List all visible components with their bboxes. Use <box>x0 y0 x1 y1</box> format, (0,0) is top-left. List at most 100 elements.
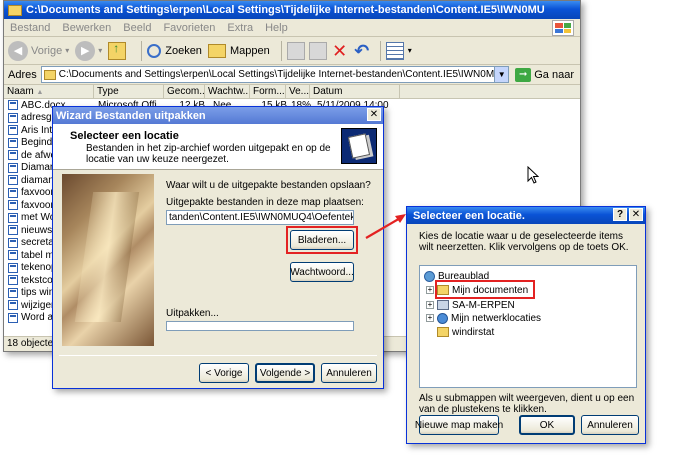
network-icon <box>437 312 448 324</box>
menu-bestand[interactable]: Bestand <box>10 22 50 34</box>
my-documents-highlight <box>435 280 535 299</box>
column-header-name[interactable]: Naam ▲ <box>4 85 94 98</box>
back-button[interactable]: ◀ Vorige ▾ <box>8 40 70 61</box>
expand-icon[interactable]: + <box>426 301 434 309</box>
up-folder-icon: ↑ <box>108 41 127 60</box>
file-icon <box>8 150 18 161</box>
select-location-dialog: Selecteer een locatie. ? ✕ Kies de locat… <box>406 206 646 444</box>
expand-icon[interactable]: + <box>426 314 434 322</box>
chevron-down-icon: ▾ <box>98 46 103 55</box>
chevron-down-icon[interactable]: ▾ <box>408 46 412 55</box>
file-icon <box>8 237 18 248</box>
file-icon <box>8 312 18 323</box>
tree-item-network[interactable]: + Mijn netwerklocaties <box>426 312 541 324</box>
column-header-type[interactable]: Type <box>94 85 164 98</box>
folder-icon <box>43 69 56 80</box>
wizard-heading: Selecteer een locatie <box>70 130 179 142</box>
folder-icon <box>437 327 449 337</box>
menu-help[interactable]: Help <box>265 22 288 34</box>
menu-bar: Bestand Bewerken Beeld Favorieten Extra … <box>4 19 580 37</box>
delete-icon[interactable]: ✕ <box>331 42 349 60</box>
wizard-description: Bestanden in het zip-archief worden uitg… <box>86 143 331 165</box>
folder-tree[interactable]: Bureaublad + Mijn documenten + SA-M-ERPE… <box>419 265 637 388</box>
file-icon <box>8 212 18 223</box>
toolbar: ◀ Vorige ▾ ▶ ▾ ↑ Zoeken Mappen ✕ ↶ ▾ <box>4 37 580 65</box>
forward-button[interactable]: ▶ ▾ <box>75 40 103 61</box>
explorer-title-bar[interactable]: C:\Documents and Settings\erpen\Local Se… <box>4 1 580 19</box>
close-icon[interactable]: ✕ <box>629 208 643 221</box>
column-header-size[interactable]: Form... <box>250 85 286 98</box>
new-folder-button[interactable]: Nieuwe map maken <box>415 415 503 435</box>
wizard-header: Selecteer een locatie Bestanden in het z… <box>53 124 383 170</box>
browse-title: Selecteer een locatie. <box>413 209 525 222</box>
views-icon[interactable] <box>385 41 404 60</box>
move-to-icon[interactable] <box>286 41 305 60</box>
menu-favorieten[interactable]: Favorieten <box>163 22 215 34</box>
file-icon <box>8 250 18 261</box>
menu-beeld[interactable]: Beeld <box>123 22 151 34</box>
copy-to-icon[interactable] <box>308 41 327 60</box>
extract-wizard-dialog: Wizard Bestanden uitpakken ✕ Selecteer e… <box>52 106 384 389</box>
browse-instructions: Kies de locatie waar u de geselecteerde … <box>419 231 629 253</box>
menu-extra[interactable]: Extra <box>227 22 253 34</box>
back-button[interactable]: < Vorige <box>199 363 249 383</box>
folders-button[interactable]: Mappen <box>207 43 270 58</box>
file-icon <box>8 287 18 298</box>
address-dropdown-icon[interactable]: ▼ <box>494 67 509 82</box>
up-folder-button[interactable]: ↑ <box>108 41 130 60</box>
wizard-illustration <box>62 174 154 346</box>
browse-note: Als u submappen wilt weergeven, dient u … <box>419 393 635 415</box>
tree-item-computer[interactable]: + SA-M-ERPEN <box>426 299 515 311</box>
close-icon[interactable]: ✕ <box>367 108 381 121</box>
ok-button[interactable]: OK <box>519 415 575 435</box>
wizard-title-bar[interactable]: Wizard Bestanden uitpakken ✕ <box>53 107 383 124</box>
wizard-title: Wizard Bestanden uitpakken <box>56 109 206 122</box>
browse-title-bar[interactable]: Selecteer een locatie. ? ✕ <box>407 207 645 224</box>
zip-folder-icon <box>341 128 377 164</box>
column-header-ratio[interactable]: Ve... <box>286 85 310 98</box>
file-icon <box>8 262 18 273</box>
wizard-divider <box>59 355 377 356</box>
explorer-title: C:\Documents and Settings\erpen\Local Se… <box>26 4 545 16</box>
chevron-down-icon: ▾ <box>65 46 70 55</box>
undo-icon[interactable]: ↶ <box>353 42 371 60</box>
menu-bewerken[interactable]: Bewerken <box>62 22 111 34</box>
file-icon <box>8 275 18 286</box>
browse-highlight <box>286 226 358 254</box>
file-icon <box>8 100 18 111</box>
file-icon <box>8 162 18 173</box>
address-value: C:\Documents and Settings\erpen\Local Se… <box>58 69 495 80</box>
cancel-button[interactable]: Annuleren <box>321 363 377 383</box>
column-header-compressed[interactable]: Gecom... <box>164 85 205 98</box>
forward-arrow-icon: ▶ <box>75 40 96 61</box>
file-icon <box>8 187 18 198</box>
toolbar-separator <box>141 40 143 61</box>
folders-icon <box>207 43 226 58</box>
go-button[interactable]: ➞ Ga naar <box>515 67 574 82</box>
path-label: Uitgepakte bestanden in deze map plaatse… <box>166 197 364 208</box>
red-arrow-annotation <box>365 214 406 239</box>
cancel-button[interactable]: Annuleren <box>581 415 639 435</box>
file-icon <box>8 300 18 311</box>
toolbar-separator <box>379 40 381 61</box>
progress-label: Uitpakken... <box>166 308 219 319</box>
extract-path-input[interactable]: tanden\Content.IE5\IWN0MUQ4\Oefenteksten… <box>166 210 354 225</box>
tree-item-folder[interactable]: windirstat <box>437 326 494 338</box>
extract-progress-bar <box>166 321 354 331</box>
file-icon <box>8 112 18 123</box>
password-button[interactable]: Wachtwoord... <box>290 262 354 282</box>
toolbar-separator <box>280 40 282 61</box>
column-header-date[interactable]: Datum <box>310 85 400 98</box>
address-input[interactable]: C:\Documents and Settings\erpen\Local Se… <box>40 66 510 83</box>
address-label: Adres <box>8 68 37 81</box>
help-icon[interactable]: ? <box>613 208 627 221</box>
search-button[interactable]: Zoeken <box>147 43 202 58</box>
column-header-password[interactable]: Wachtw... <box>205 85 250 98</box>
expand-icon[interactable]: + <box>426 286 434 294</box>
file-icon <box>8 137 18 148</box>
location-question: Waar wilt u de uitgepakte bestanden opsl… <box>166 180 371 191</box>
windows-logo-icon <box>552 20 574 36</box>
folder-icon <box>8 4 22 16</box>
file-icon <box>8 225 18 236</box>
next-button[interactable]: Volgende > <box>255 363 315 383</box>
